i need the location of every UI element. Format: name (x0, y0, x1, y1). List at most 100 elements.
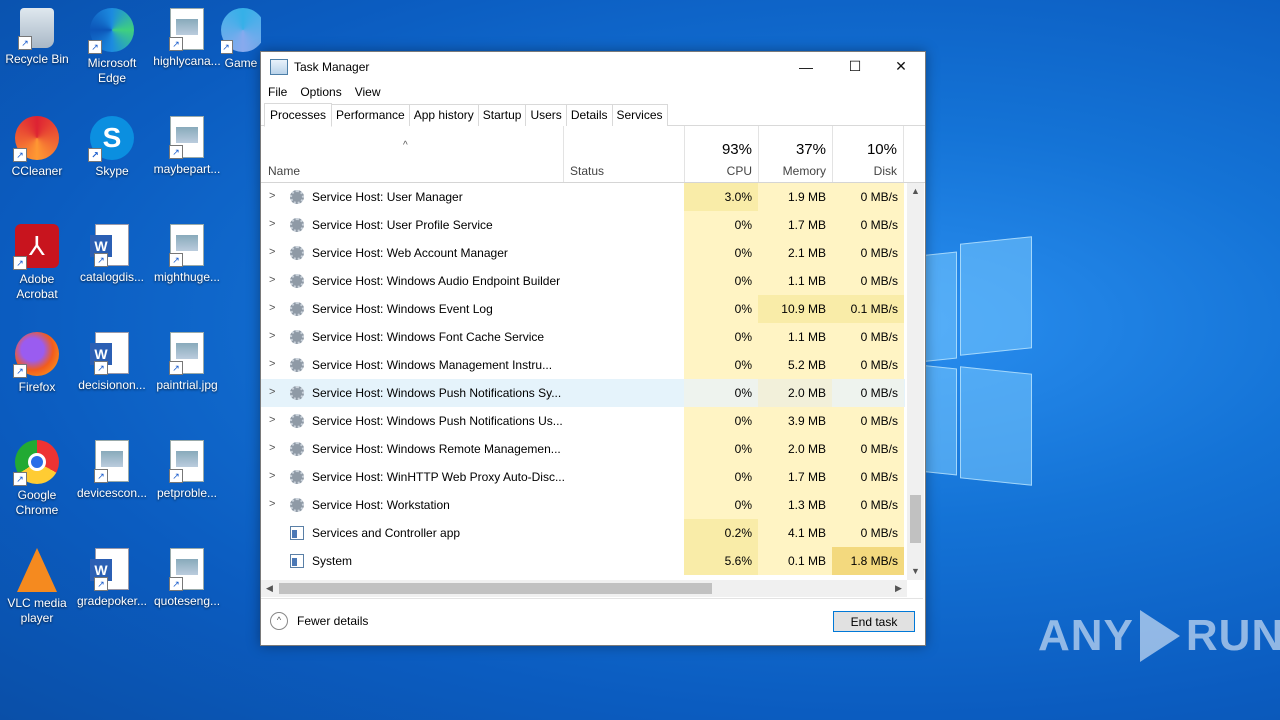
desktop-icon[interactable]: ↗ mighthuge... (149, 224, 225, 285)
tab-users[interactable]: Users (525, 104, 567, 126)
disk-cell: 0 MB/s (832, 239, 904, 267)
process-row[interactable]: > Service Host: Windows Event Log 0% 10.9 M… (261, 295, 905, 323)
chevron-right-icon[interactable]: > (269, 302, 275, 314)
process-row[interactable]: > Service Host: Windows Font Cache Servic… (261, 323, 905, 351)
desktop-icon[interactable]: ↗ catalogdis... (74, 224, 150, 285)
process-row[interactable]: Services and Controller app 0.2% 4.1 MB 0 M… (261, 519, 905, 547)
column-cpu[interactable]: 93% CPU (684, 126, 758, 182)
desktop-icon[interactable]: ⅄ ↗ Adobe Acrobat (0, 224, 75, 302)
horizontal-scrollbar[interactable]: ◀ ▶ (261, 580, 907, 597)
desktop-icon[interactable]: ↗ Microsoft Edge (74, 8, 150, 86)
menu-bar: File Options View (261, 81, 925, 103)
tab-performance[interactable]: Performance (331, 104, 410, 126)
chevron-right-icon[interactable]: > (269, 330, 275, 342)
cpu-cell: 0% (684, 323, 758, 351)
desktop-icon[interactable]: ↗ gradepoker... (74, 548, 150, 609)
cpu-cell: 0% (684, 267, 758, 295)
menu-options[interactable]: Options (300, 85, 341, 99)
cpu-cell: 5.6% (684, 547, 758, 575)
process-name: Service Host: Windows Push Notifications… (312, 386, 562, 400)
column-status[interactable]: Status (563, 126, 684, 182)
process-name: Service Host: Workstation (312, 498, 450, 512)
tab-startup[interactable]: Startup (477, 104, 527, 126)
menu-file[interactable]: File (268, 85, 287, 99)
fewer-details-button[interactable]: ^ Fewer details (270, 612, 368, 630)
shortcut-arrow-icon: ↗ (169, 577, 183, 591)
desktop-icon[interactable]: ↗ Firefox (0, 332, 75, 395)
desktop-icon[interactable]: ↗ quoteseng... (149, 548, 225, 609)
desktop-icon[interactable]: VLC media player (0, 548, 75, 626)
scroll-right-icon[interactable]: ▶ (890, 580, 907, 597)
column-disk[interactable]: 10% Disk (832, 126, 904, 182)
service-gear-icon (290, 442, 304, 456)
tab-app-history[interactable]: App history (408, 104, 479, 126)
process-row[interactable]: > Service Host: Windows Audio Endpoint Bu… (261, 267, 905, 295)
tab-services[interactable]: Services (611, 104, 668, 126)
process-name: Service Host: Windows Font Cache Service (312, 330, 545, 344)
chevron-right-icon[interactable]: > (269, 274, 275, 286)
chevron-right-icon[interactable]: > (269, 358, 275, 370)
end-task-button[interactable]: End task (833, 611, 915, 632)
chevron-right-icon[interactable]: > (269, 218, 275, 230)
close-button[interactable]: ✕ (878, 52, 924, 81)
process-row[interactable]: > Service Host: Windows Remote Managemen.… (261, 435, 905, 463)
desktop-icon[interactable]: ↗ highlycana... (149, 8, 225, 69)
desktop-icon[interactable]: ↗ devicescon... (74, 440, 150, 501)
process-row[interactable]: > Service Host: Web Account Manager 0% 2.1 … (261, 239, 905, 267)
desktop-icon[interactable]: S ↗ Skype (74, 116, 150, 179)
tab-processes[interactable]: Processes (264, 103, 333, 127)
desktop-icon[interactable]: ↗ CCleaner (0, 116, 75, 179)
desktop-icon[interactable]: ↗ petproble... (149, 440, 225, 501)
desktop-icon[interactable]: ↗ Recycle Bin (0, 8, 75, 67)
minimize-button[interactable]: — (783, 52, 829, 81)
process-row[interactable]: > Service Host: WinHTTP Web Proxy Auto-Di… (261, 463, 905, 491)
process-name: Service Host: User Manager (312, 190, 463, 204)
column-memory[interactable]: 37% Memory (758, 126, 832, 182)
desktop-icon[interactable]: ↗ Game (221, 8, 261, 71)
desktop-icon[interactable]: ↗ decisionon... (74, 332, 150, 393)
process-row[interactable]: > Service Host: User Manager 3.0% 1.9 MB 0 M… (261, 183, 905, 211)
recycle-bin-icon: ↗ (18, 8, 54, 50)
title-bar[interactable]: Task Manager — ☐ ✕ (261, 52, 925, 81)
menu-view[interactable]: View (355, 85, 381, 99)
chevron-right-icon[interactable]: > (269, 442, 275, 454)
process-row[interactable]: > Service Host: Windows Push Notification… (261, 379, 905, 407)
scroll-down-icon[interactable]: ▼ (907, 563, 924, 580)
scroll-left-icon[interactable]: ◀ (261, 580, 278, 597)
tab-details[interactable]: Details (565, 104, 613, 126)
desktop-icon[interactable]: ↗ maybepart... (149, 116, 225, 177)
fewer-details-label: Fewer details (297, 614, 369, 628)
process-row[interactable]: > Service Host: Workstation 0% 1.3 MB 0 MB/s (261, 491, 905, 519)
vertical-scroll-thumb[interactable] (910, 495, 921, 543)
process-name: Service Host: WinHTTP Web Proxy Auto-Dis… (312, 470, 565, 484)
column-name[interactable]: Name (268, 164, 300, 178)
chevron-right-icon[interactable]: > (269, 246, 275, 258)
desktop-icon-label: Recycle Bin (5, 52, 69, 66)
desktop-icon-label: gradepoker... (76, 594, 148, 608)
shortcut-arrow-icon: ↗ (13, 472, 27, 486)
desktop-icon[interactable]: ↗ Google Chrome (0, 440, 75, 518)
maximize-button[interactable]: ☐ (832, 52, 878, 81)
vertical-scrollbar[interactable]: ▲ ▼ (907, 183, 924, 580)
horizontal-scroll-thumb[interactable] (279, 583, 712, 594)
chevron-right-icon[interactable]: > (269, 386, 275, 398)
desktop-icon-label: maybepart... (153, 162, 221, 176)
chevron-right-icon[interactable]: > (269, 414, 275, 426)
task-manager-window: Task Manager — ☐ ✕ File Options View Pro… (260, 51, 926, 646)
cpu-cell: 0.2% (684, 519, 758, 547)
shortcut-arrow-icon: ↗ (221, 40, 233, 54)
chevron-right-icon[interactable]: > (269, 498, 275, 510)
process-row[interactable]: > Service Host: User Profile Service 0% 1.7… (261, 211, 905, 239)
scroll-up-icon[interactable]: ▲ (907, 183, 924, 200)
memory-cell: 1.1 MB (758, 267, 832, 295)
chevron-right-icon[interactable]: > (269, 470, 275, 482)
chevron-right-icon[interactable]: > (269, 190, 275, 202)
disk-cell: 0 MB/s (832, 211, 904, 239)
image-file-icon: ↗ (169, 116, 204, 159)
process-row[interactable]: System 5.6% 0.1 MB 1.8 MB/s (261, 547, 905, 575)
process-row[interactable]: > Service Host: Windows Management Instru… (261, 351, 905, 379)
process-row[interactable]: > Service Host: Windows Push Notification… (261, 407, 905, 435)
desktop-icon[interactable]: ↗ paintrial.jpg (149, 332, 225, 393)
edge-icon: ↗ (88, 8, 134, 54)
memory-cell: 10.9 MB (758, 295, 832, 323)
